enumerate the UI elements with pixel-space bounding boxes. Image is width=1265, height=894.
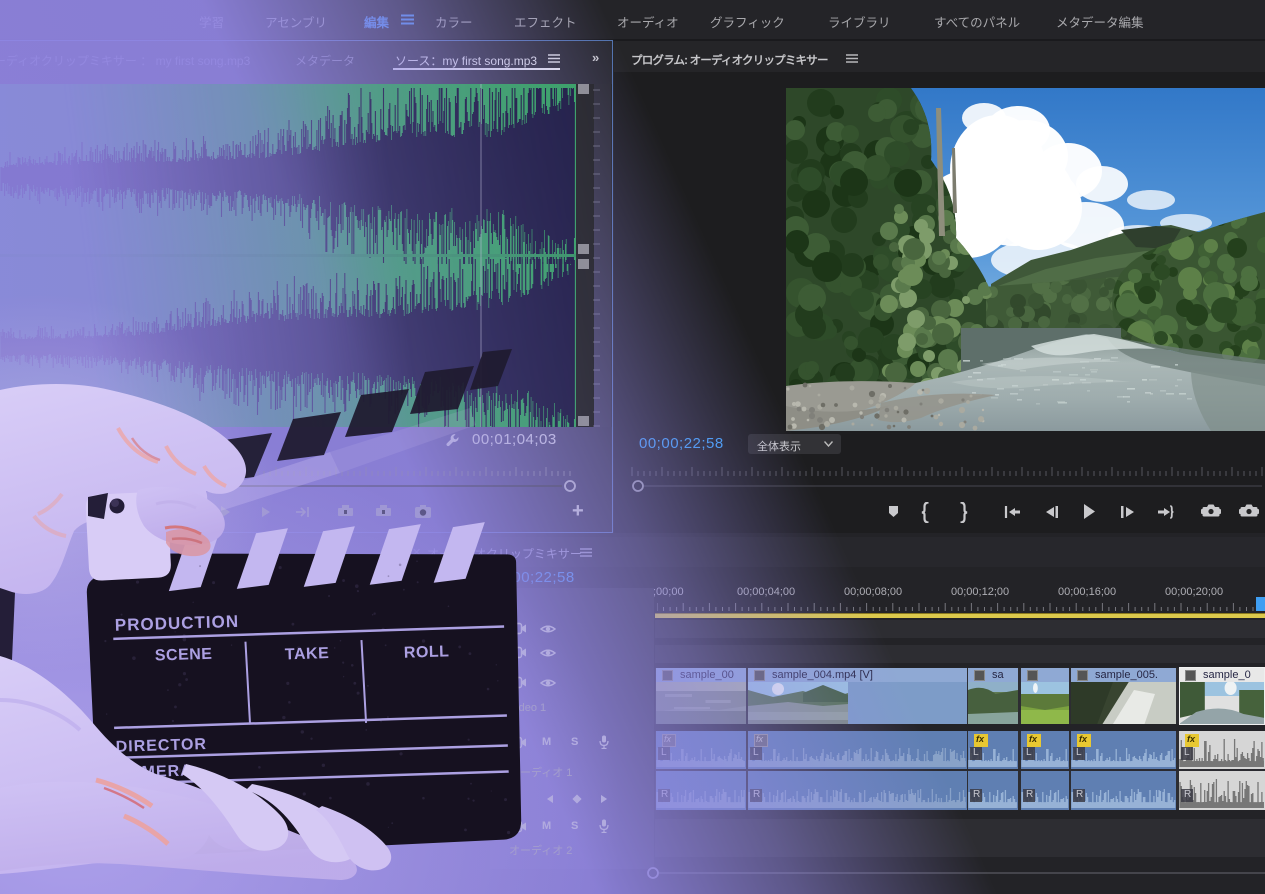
svg-text:TAKE: TAKE [285, 645, 330, 663]
svg-text:SCENE: SCENE [155, 646, 213, 665]
svg-text:PRODUCTION: PRODUCTION [115, 612, 240, 635]
svg-text:DIRECTOR: DIRECTOR [115, 736, 207, 756]
svg-text:ROLL: ROLL [404, 643, 450, 661]
